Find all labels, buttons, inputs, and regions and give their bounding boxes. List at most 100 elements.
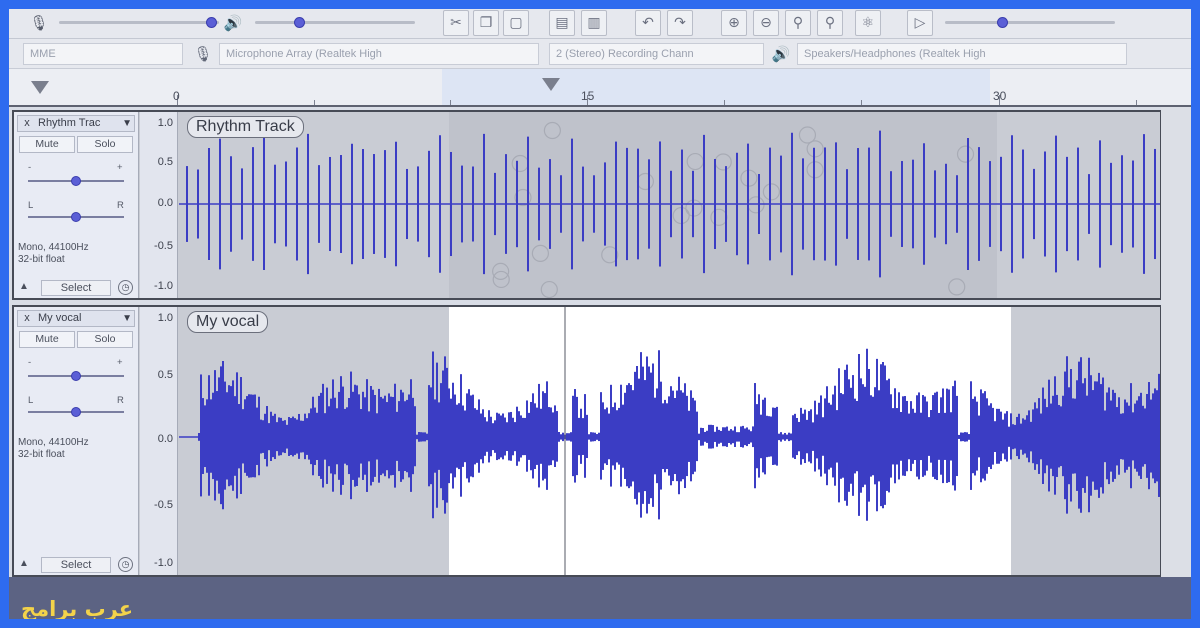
ruler-minor-tick [724,100,725,105]
clip-name-label[interactable]: My vocal [187,311,269,333]
pan-right-label: R [117,395,124,406]
gain-minus-label: - [28,162,32,173]
playback-volume-thumb[interactable] [294,17,305,28]
mute-button[interactable]: Mute [19,136,75,153]
scale-label: -1.0 [154,557,173,569]
speaker-icon[interactable]: 🔊 [221,11,245,35]
zoom-toggle-icon[interactable]: ⚛ [855,10,881,36]
timeline-ruler[interactable]: 0 15 30 [9,69,1191,107]
ruler-selection [442,69,990,105]
edit-toolbar: 🎙 🔊 ✂ ❐ ▢ ▤ ▥ ↶ ↷ ⊕ ⊖ ⚲ ⚲ ⚛ ▷ [9,9,1191,39]
scale-label: 1.0 [157,312,173,324]
track-name-menu[interactable]: My vocal [38,311,122,326]
play-at-speed-icon[interactable]: ▷ [907,10,933,36]
track-control-panel: x My vocal ▼ Mute Solo - + L R Mono, 441… [14,307,139,575]
audio-host-select[interactable]: MME [23,43,183,65]
watermark-text: عرب برامج [21,597,134,619]
ruler-label-0: 0 [173,89,180,103]
scale-label: -0.5 [154,240,173,252]
scale-label: 0.5 [157,369,173,381]
redo-icon[interactable]: ↷ [667,10,693,36]
scale-label: 1.0 [157,117,173,129]
mute-button[interactable]: Mute [19,331,75,348]
track-format-info: Mono, 44100Hz 32-bit float [18,437,89,461]
amplitude-ruler: 1.0 0.5 0.0 -0.5 -1.0 [140,112,178,298]
paste-icon[interactable]: ▢ [503,10,529,36]
microphone-icon[interactable]: 🎙 [27,11,51,35]
pan-slider-thumb[interactable] [71,407,81,417]
copy-icon[interactable]: ❐ [473,10,499,36]
trim-icon[interactable]: ▤ [549,10,575,36]
scale-label: 0.0 [157,197,173,209]
silence-icon[interactable]: ▥ [581,10,607,36]
track-name-menu[interactable]: Rhythm Trac [38,116,122,131]
vocal-waveform-area[interactable]: My vocal [179,307,1160,575]
ruler-minor-tick [861,100,862,105]
cut-icon[interactable]: ✂ [443,10,469,36]
select-track-button[interactable]: Select [41,557,111,573]
scale-label: 0.5 [157,156,173,168]
gain-slider-thumb[interactable] [71,176,81,186]
gain-slider-thumb[interactable] [71,371,81,381]
microphone-icon: 🎙 [193,45,213,63]
pan-left-label: L [28,395,34,406]
device-toolbar: MME 🎙 Microphone Array (Realtek High 2 (… [9,39,1191,69]
solo-button[interactable]: Solo [77,331,133,348]
ruler-minor-tick [314,100,315,105]
selection-region [449,112,997,298]
scale-label: 0.0 [157,433,173,445]
fit-selection-icon[interactable]: ⚲ [785,10,811,36]
track-bitdepth-text: 32-bit float [18,449,65,460]
close-track-icon[interactable]: x [20,311,34,326]
scale-label: -0.5 [154,499,173,511]
play-speed-thumb[interactable] [997,17,1008,28]
scale-label: -1.0 [154,280,173,292]
playhead-marker[interactable] [542,78,560,91]
zoom-in-icon[interactable]: ⊕ [721,10,747,36]
fit-project-icon[interactable]: ⚲ [817,10,843,36]
ruler-label-30: 30 [993,89,1007,103]
pan-left-label: L [28,200,34,211]
track-header[interactable]: x My vocal ▼ [17,310,135,327]
rhythm-waveform-area[interactable]: Rhythm Track [179,112,1160,298]
track-rate-text: Mono, 44100Hz [18,437,89,448]
undo-icon[interactable]: ↶ [635,10,661,36]
rhythm-waveform [179,112,1160,298]
chevron-down-icon[interactable]: ▼ [122,311,132,326]
chevron-down-icon[interactable]: ▼ [122,116,132,131]
collapse-track-icon[interactable]: ▲ [19,281,29,292]
vocal-waveform [179,307,1160,575]
playback-device-select[interactable]: Speakers/Headphones (Realtek High [797,43,1127,65]
gain-plus-label: + [117,357,123,368]
track-control-panel: x Rhythm Trac ▼ Mute Solo - + L R Mono, … [14,112,139,298]
zoom-out-icon[interactable]: ⊖ [753,10,779,36]
recording-device-select[interactable]: Microphone Array (Realtek High [219,43,539,65]
sync-lock-icon: ◷ [118,280,133,295]
pan-slider-thumb[interactable] [71,212,81,222]
recording-channels-select[interactable]: 2 (Stereo) Recording Chann [549,43,764,65]
track-header[interactable]: x Rhythm Trac ▼ [17,115,135,132]
playback-volume-slider[interactable] [255,21,415,24]
vertical-scrollbar[interactable] [1161,107,1191,577]
track-vocal[interactable]: x My vocal ▼ Mute Solo - + L R Mono, 441… [12,305,1162,577]
select-track-button[interactable]: Select [41,280,111,296]
sync-lock-icon: ◷ [118,557,133,572]
amplitude-ruler: 1.0 0.5 0.0 -0.5 -1.0 [140,307,178,575]
track-footer: ▲ Select ◷ [17,280,135,296]
pan-right-label: R [117,200,124,211]
recording-volume-slider[interactable] [59,21,219,24]
solo-button[interactable]: Solo [77,136,133,153]
play-speed-slider[interactable] [945,21,1115,24]
collapse-track-icon[interactable]: ▲ [19,558,29,569]
track-format-info: Mono, 44100Hz 32-bit float [18,242,89,266]
gain-minus-label: - [28,357,32,368]
recording-volume-thumb[interactable] [206,17,217,28]
close-track-icon[interactable]: x [20,116,34,131]
track-rhythm[interactable]: x Rhythm Trac ▼ Mute Solo - + L R Mono, … [12,110,1162,300]
timeline-options-icon[interactable] [31,81,49,94]
track-rate-text: Mono, 44100Hz [18,242,89,253]
horizontal-scroll-area[interactable] [9,577,1191,619]
ruler-minor-tick [450,100,451,105]
clip-name-label[interactable]: Rhythm Track [187,116,304,138]
speaker-icon: 🔊 [771,45,791,63]
